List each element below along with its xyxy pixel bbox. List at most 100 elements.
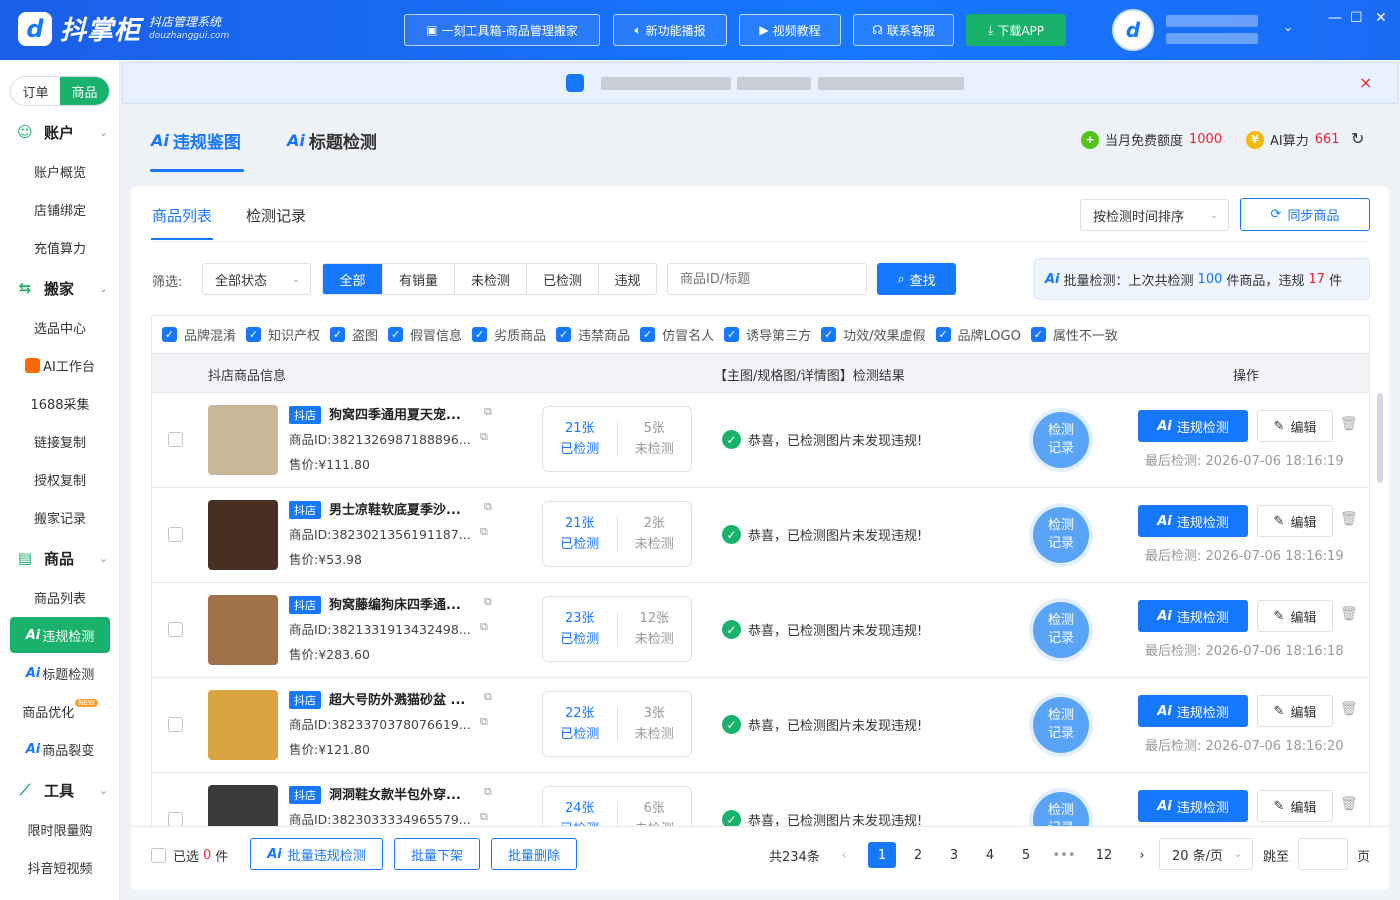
category-ip[interactable]: ✓ 知识产权 (246, 325, 320, 344)
scrollbar[interactable] (1377, 393, 1383, 483)
page-1[interactable]: 1 (868, 842, 896, 868)
prev-page-icon[interactable]: ‹ (830, 842, 858, 868)
sidebar-group-move[interactable]: ⇆ 搬家 ⌄ (0, 269, 120, 307)
sidebar-item-ai-workbench[interactable]: AI工作台 (0, 347, 120, 383)
sidebar-item-shop-binding[interactable]: 店铺绑定 (0, 191, 120, 227)
status-select[interactable]: 全部状态 ⌄ (202, 263, 311, 295)
search-button[interactable]: ⌕ 查找 (877, 263, 956, 295)
copy-icon[interactable]: ⧉ (480, 525, 488, 539)
page-4[interactable]: 4 (976, 842, 1004, 868)
trash-icon[interactable]: 🗑︎ (1340, 606, 1358, 622)
module-tab-products[interactable]: 商品 (60, 77, 109, 105)
copy-icon[interactable]: ⧉ (484, 595, 492, 609)
copy-icon[interactable]: ⧉ (484, 405, 492, 419)
unchecked-count[interactable]: 12张 未检测 (618, 608, 692, 650)
violation-check-button[interactable]: Ai 违规检测 (1138, 790, 1248, 822)
category-prohibited[interactable]: ✓ 违禁商品 (556, 325, 630, 344)
maximize-icon[interactable]: ☐ (1350, 10, 1363, 26)
video-tutorial-button[interactable]: ▶ 视频教程 (739, 14, 841, 46)
row-checkbox[interactable] (168, 432, 183, 447)
product-thumbnail[interactable] (208, 690, 278, 760)
category-false-efficacy[interactable]: ✓ 功效/效果虚假 (821, 325, 926, 344)
batch-violation-check-button[interactable]: Ai 批量违规检测 (250, 838, 383, 870)
checked-count[interactable]: 21张 已检测 (543, 418, 617, 460)
product-title[interactable]: 狗窝藤编狗床四季通... (329, 598, 461, 613)
category-celebrity[interactable]: ✓ 仿冒名人 (640, 325, 714, 344)
product-thumbnail[interactable] (208, 500, 278, 570)
checked-count[interactable]: 22张 已检测 (543, 703, 617, 745)
user-avatar[interactable]: d (1112, 9, 1154, 51)
category-third-party[interactable]: ✓ 诱导第三方 (724, 325, 811, 344)
next-page-icon[interactable]: › (1128, 842, 1156, 868)
trash-icon[interactable]: 🗑︎ (1340, 701, 1358, 717)
copy-icon[interactable]: ⧉ (484, 690, 492, 704)
row-checkbox[interactable] (168, 622, 183, 637)
contact-support-button[interactable]: ☊ 联系客服 (853, 14, 954, 46)
sidebar-item-selection-center[interactable]: 选品中心 (0, 309, 120, 345)
toolbox-button[interactable]: ▣ 一刻工具箱-商品管理搬家 (404, 14, 600, 46)
new-features-button[interactable]: 🔈︎ 新功能播报 (613, 14, 727, 46)
check-record-button[interactable]: 检测记录 (1033, 602, 1089, 658)
unchecked-count[interactable]: 5张 未检测 (618, 418, 692, 460)
filter-checked[interactable]: 已检测 (527, 264, 599, 294)
page-2[interactable]: 2 (904, 842, 932, 868)
refresh-icon[interactable]: ↻ (1351, 129, 1364, 148)
product-thumbnail[interactable] (208, 405, 278, 475)
close-window-icon[interactable]: ✕ (1375, 10, 1387, 26)
checked-count[interactable]: 21张 已检测 (543, 513, 617, 555)
batch-offshelf-button[interactable]: 批量下架 (394, 838, 480, 870)
filter-violation[interactable]: 违规 (599, 264, 656, 294)
search-input[interactable] (667, 263, 867, 295)
filter-has-sales[interactable]: 有销量 (383, 264, 455, 294)
check-record-button[interactable]: 检测记录 (1033, 792, 1089, 826)
checked-count[interactable]: 23张 已检测 (543, 608, 617, 650)
tab-title-check[interactable]: Ai 标题检测 (287, 128, 377, 153)
page-5[interactable]: 5 (1012, 842, 1040, 868)
violation-check-button[interactable]: Ai 违规检测 (1138, 505, 1248, 537)
check-record-button[interactable]: 检测记录 (1033, 697, 1089, 753)
trash-icon[interactable]: 🗑︎ (1340, 416, 1358, 432)
copy-icon[interactable]: ⧉ (480, 810, 488, 824)
sidebar-item-account-overview[interactable]: 账户概览 (0, 153, 120, 189)
batch-delete-button[interactable]: 批量删除 (491, 838, 577, 870)
user-menu-chevron-icon[interactable]: ⌄ (1283, 20, 1293, 34)
row-checkbox[interactable] (168, 717, 183, 732)
subtab-check-records[interactable]: 检测记录 (246, 205, 306, 226)
edit-button[interactable]: ✎ 编辑 (1257, 695, 1333, 727)
sort-select[interactable]: 按检测时间排序 ⌄ (1080, 199, 1229, 231)
sidebar-item-recharge[interactable]: 充值算力 (0, 229, 120, 265)
product-title[interactable]: 超大号防外溅猫砂盆 ... (329, 693, 465, 708)
product-title[interactable]: 洞洞鞋女款半包外穿... (329, 788, 461, 803)
minimize-icon[interactable]: — (1328, 10, 1342, 26)
download-app-button[interactable]: ⤓ 下载APP (966, 14, 1066, 46)
jump-page-input[interactable] (1298, 838, 1348, 870)
notice-close-icon[interactable]: × (1359, 73, 1372, 92)
violation-check-button[interactable]: Ai 违规检测 (1138, 600, 1248, 632)
checked-count[interactable]: 24张已检测 (543, 798, 617, 826)
tab-violation-image[interactable]: Ai 违规鉴图 (151, 128, 241, 153)
category-stolen-image[interactable]: ✓ 盗图 (330, 325, 378, 344)
page-12[interactable]: 12 (1090, 842, 1118, 868)
violation-check-button[interactable]: Ai 违规检测 (1138, 695, 1248, 727)
copy-icon[interactable]: ⧉ (480, 430, 488, 444)
page-ellipsis[interactable]: ••• (1050, 842, 1078, 868)
filter-unchecked[interactable]: 未检测 (455, 264, 527, 294)
check-record-button[interactable]: 检测记录 (1033, 412, 1089, 468)
copy-icon[interactable]: ⧉ (484, 785, 492, 799)
trash-icon[interactable]: 🗑︎ (1340, 511, 1358, 527)
category-poor-quality[interactable]: ✓ 劣质商品 (472, 325, 546, 344)
edit-button[interactable]: ✎ 编辑 (1257, 600, 1333, 632)
copy-icon[interactable]: ⧉ (484, 500, 492, 514)
trash-icon[interactable]: 🗑︎ (1340, 796, 1358, 812)
category-attr-mismatch[interactable]: ✓ 属性不一致 (1030, 325, 1118, 344)
violation-check-button[interactable]: Ai 违规检测 (1138, 410, 1248, 442)
select-all[interactable]: 已选 0 件 (151, 846, 228, 865)
sidebar-group-account[interactable]: ☺ 账户 ⌄ (0, 113, 120, 151)
module-tab-orders[interactable]: 订单 (11, 77, 60, 105)
edit-button[interactable]: ✎ 编辑 (1257, 505, 1333, 537)
subtab-product-list[interactable]: 商品列表 (152, 205, 212, 226)
product-thumbnail[interactable] (208, 785, 278, 826)
filter-all[interactable]: 全部 (323, 264, 383, 294)
row-checkbox[interactable] (168, 527, 183, 542)
category-brand-logo[interactable]: ✓ 品牌LOGO (935, 325, 1021, 344)
